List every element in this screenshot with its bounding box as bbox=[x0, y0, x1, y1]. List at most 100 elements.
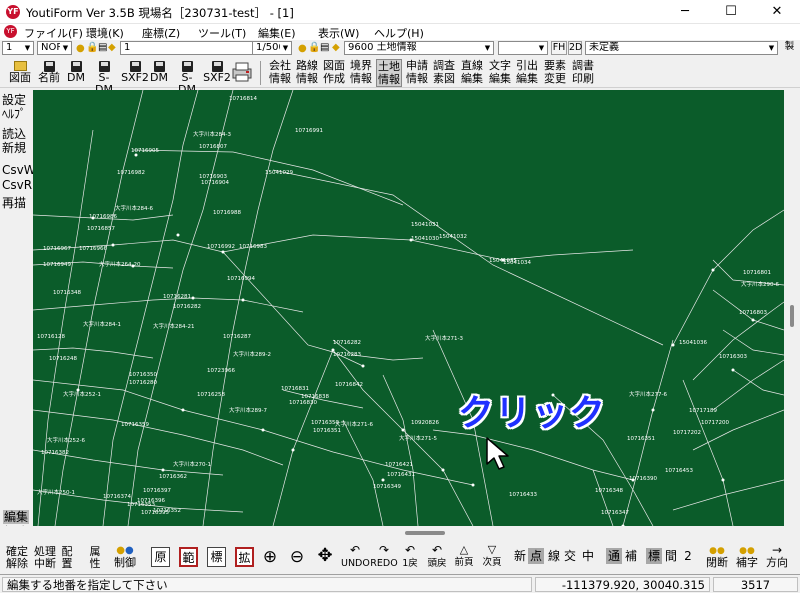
bulb-icon-2[interactable]: ● bbox=[298, 43, 307, 55]
mode-supplement-button[interactable]: 補 bbox=[624, 550, 638, 562]
maximize-button[interactable]: ☐ bbox=[708, 0, 754, 24]
lock-icon-2[interactable]: 🔒 bbox=[308, 42, 320, 54]
toolbar-text-edit[interactable]: 文字 編集 bbox=[488, 59, 512, 87]
menu-tools[interactable]: ツール(T) bbox=[198, 25, 246, 41]
sidebar-csvr[interactable]: CsvR bbox=[2, 178, 32, 192]
next-page-button[interactable]: ▽ 次頁 bbox=[480, 544, 504, 569]
toolbar-leader-edit[interactable]: 引出 編集 bbox=[515, 59, 539, 87]
redo-button[interactable]: ↷ REDO bbox=[370, 544, 398, 570]
print-settings-button[interactable]: 製 bbox=[781, 41, 798, 55]
menu-help[interactable]: ヘルプ(H) bbox=[374, 25, 424, 41]
vertical-scroll-thumb[interactable] bbox=[790, 305, 794, 327]
confirm-release-button[interactable]: 確定 解除 bbox=[4, 546, 30, 570]
layer-select[interactable]: 1 ▼ bbox=[2, 41, 34, 55]
toolbar-drawing-create[interactable]: 図面 作成 bbox=[322, 59, 346, 87]
scale-select[interactable]: 1/500 ▼ bbox=[252, 41, 292, 55]
attribute-button[interactable]: 属性 bbox=[86, 546, 104, 570]
process-interrupt-button[interactable]: 処理 中断 bbox=[32, 546, 58, 570]
point-label: 10716282 bbox=[173, 304, 201, 310]
diamond-icon-2[interactable]: ◆ bbox=[332, 42, 340, 54]
menu-edit[interactable]: 編集(E) bbox=[258, 25, 296, 41]
bulb-icon[interactable]: ● bbox=[76, 43, 85, 55]
close-break-button[interactable]: ●● 閉断 bbox=[703, 544, 731, 569]
toolbar-save-sdm[interactable]: S-DM bbox=[90, 59, 118, 96]
menu-coordinates[interactable]: 座標(Z) bbox=[142, 25, 180, 41]
toolbar-open-drawing[interactable]: 図面 bbox=[7, 59, 33, 87]
mode-standard-button[interactable]: 標 bbox=[646, 548, 662, 564]
mode-two-button[interactable]: 2 bbox=[682, 550, 694, 562]
toolbar-land-info[interactable]: 土地 情報 bbox=[376, 59, 402, 87]
sidebar-csvw[interactable]: CsvW bbox=[2, 163, 36, 177]
toolbar-report-print[interactable]: 調書 印刷 bbox=[571, 59, 595, 87]
horizontal-scrollbar[interactable] bbox=[0, 526, 800, 540]
sidebar-load[interactable]: 読込 bbox=[2, 127, 26, 141]
toolbar-load-dm[interactable]: DM bbox=[148, 59, 170, 87]
menu-file[interactable]: ファイル(F) bbox=[24, 25, 83, 41]
mode-line-button[interactable]: 線 bbox=[547, 550, 561, 562]
move-icon[interactable]: ✥ bbox=[314, 546, 336, 566]
place-button[interactable]: 配置 bbox=[58, 546, 76, 570]
original-scale-button[interactable]: 原 bbox=[151, 547, 170, 567]
toolbar-company-info-bottom: 情報 bbox=[269, 72, 291, 85]
mode-middle-button[interactable]: 中 bbox=[581, 550, 595, 562]
toolbar-save-sxf2[interactable]: SXF2 bbox=[120, 59, 150, 87]
supplement-char-button[interactable]: ●● 補字 bbox=[733, 544, 761, 569]
lock-icon[interactable]: 🔒 bbox=[86, 42, 98, 54]
empty-select[interactable]: ▼ bbox=[498, 41, 548, 55]
mode-new-button[interactable]: 新 bbox=[514, 550, 526, 562]
layer2-select[interactable]: 9600 土地情報 ▼ bbox=[344, 41, 494, 55]
expand-button[interactable]: 拡 bbox=[235, 547, 254, 567]
standard-button[interactable]: 標 bbox=[207, 547, 226, 567]
sidebar-redraw[interactable]: 再描 bbox=[2, 196, 26, 210]
control-button[interactable]: ●● 制御 bbox=[112, 544, 138, 569]
toolbar-separator bbox=[260, 61, 261, 85]
toolbar-route-info[interactable]: 路線 情報 bbox=[295, 59, 319, 87]
toolbar-save-name[interactable]: 名前 bbox=[37, 59, 61, 87]
mode-select[interactable]: NOR ▼ bbox=[37, 41, 72, 55]
mode-interval-button[interactable]: 間 bbox=[664, 550, 678, 562]
range-button[interactable]: 範 bbox=[179, 547, 198, 567]
mode-point-button[interactable]: 点 bbox=[528, 548, 544, 564]
minimize-button[interactable]: ─ bbox=[662, 0, 708, 24]
point-label: 大字川本250-1 bbox=[37, 490, 75, 496]
diamond-icon[interactable]: ◆ bbox=[108, 42, 116, 54]
undefined-select[interactable]: 未定義 ▼ bbox=[585, 41, 778, 55]
zoom-in-icon[interactable]: ⊕ bbox=[260, 547, 280, 567]
toolbar-line-edit[interactable]: 直線 編集 bbox=[460, 59, 484, 87]
sidebar-settings[interactable]: 設定 bbox=[2, 93, 26, 107]
undo-button[interactable]: ↶ UNDO bbox=[341, 544, 370, 570]
point-label: 大字川本284-3 bbox=[193, 132, 231, 138]
zoom-out-icon[interactable]: ⊖ bbox=[287, 547, 307, 567]
direction-button[interactable]: → 方向 bbox=[763, 544, 791, 569]
menu-environment[interactable]: 環境(K) bbox=[86, 25, 124, 41]
print-icon-2[interactable]: ▤ bbox=[320, 42, 329, 54]
prev-page-button[interactable]: △ 前頁 bbox=[452, 544, 476, 569]
toolbar-save-dm[interactable]: DM bbox=[65, 59, 87, 87]
vertical-scrollbar[interactable] bbox=[784, 90, 800, 526]
print-icon[interactable]: ▤ bbox=[98, 42, 107, 54]
toolbar-company-info[interactable]: 会社 情報 bbox=[268, 59, 292, 87]
menu-logo-icon[interactable]: YF bbox=[4, 25, 17, 38]
toolbar-survey-sketch[interactable]: 調査 素図 bbox=[432, 59, 456, 87]
back-one-button[interactable]: ↶ 1戻 bbox=[398, 544, 422, 570]
horizontal-scroll-thumb[interactable] bbox=[405, 531, 445, 535]
fh-button[interactable]: FH bbox=[551, 41, 567, 55]
toolbar-application-info[interactable]: 申請 情報 bbox=[405, 59, 429, 87]
toolbar-element-change[interactable]: 要素 変更 bbox=[543, 59, 567, 87]
toolbar-boundary-info[interactable]: 境界 情報 bbox=[349, 59, 373, 87]
sidebar-help[interactable]: ﾍﾙﾌﾟ bbox=[2, 107, 26, 121]
mode-through-button[interactable]: 通 bbox=[606, 548, 622, 564]
redo-label: REDO bbox=[370, 558, 398, 569]
sidebar-new[interactable]: 新規 bbox=[2, 141, 26, 155]
mode-intersect-button[interactable]: 交 bbox=[563, 550, 577, 562]
head-back-button[interactable]: ↶ 頭戻 bbox=[424, 544, 450, 570]
toolbar-print[interactable] bbox=[231, 61, 253, 89]
menu-view[interactable]: 表示(W) bbox=[318, 25, 359, 41]
toolbar-load-sdm[interactable]: S-DM bbox=[173, 59, 201, 96]
2d-button[interactable]: 2D bbox=[568, 41, 582, 55]
close-button[interactable]: ✕ bbox=[754, 0, 800, 24]
sidebar-edit[interactable]: 編集 bbox=[3, 510, 30, 524]
drawing-canvas[interactable]: 10716814 大字川本284-3 10716991 10716905 1071680… bbox=[33, 90, 784, 526]
point-label: 15041031 bbox=[411, 222, 439, 228]
toolbar-load-sxf2[interactable]: SXF2 bbox=[202, 59, 232, 87]
